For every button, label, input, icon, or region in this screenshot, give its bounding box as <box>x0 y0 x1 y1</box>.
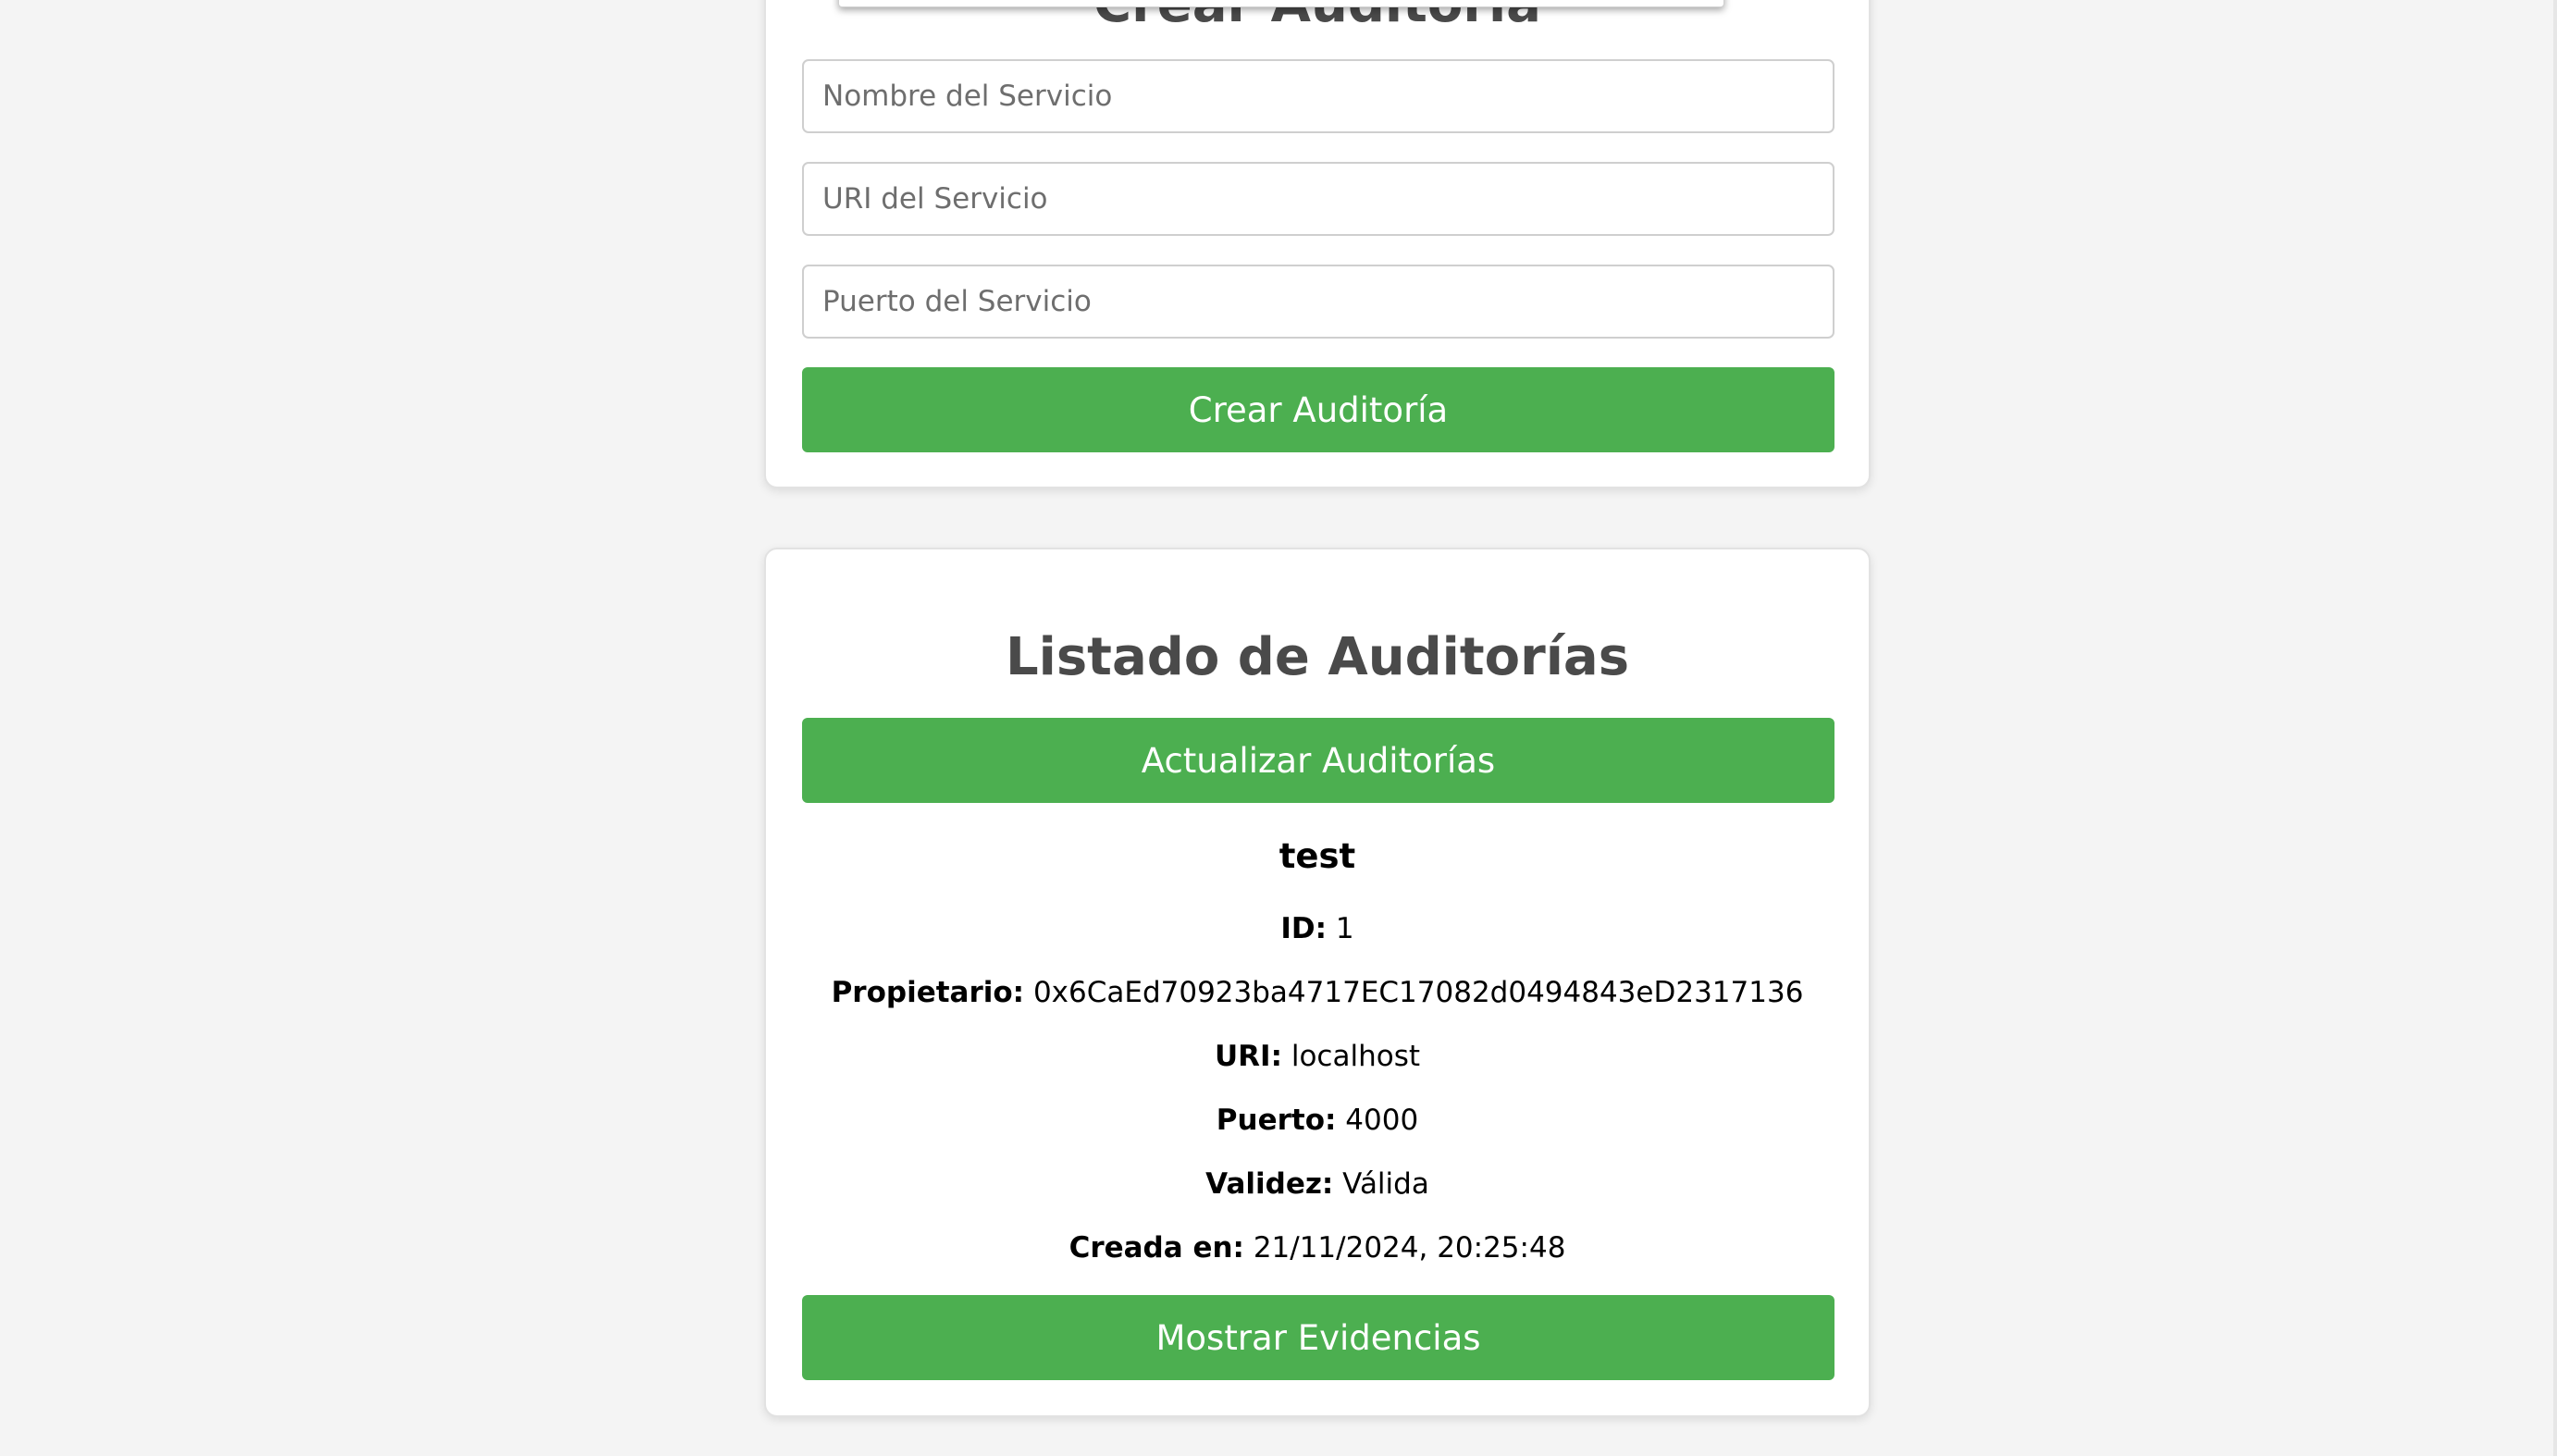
audit-id-label: ID: <box>1280 912 1328 945</box>
refresh-audits-button[interactable]: Actualizar Auditorías <box>802 718 1834 803</box>
service-uri-input[interactable] <box>802 162 1834 236</box>
service-port-input[interactable] <box>802 265 1834 339</box>
audit-id-row: ID: 1 <box>766 912 1869 945</box>
scrollbar-track[interactable] <box>2553 0 2557 1456</box>
audit-created-value: 21/11/2024, 20:25:48 <box>1253 1231 1566 1265</box>
audit-port-row: Puerto: 4000 <box>766 1104 1869 1137</box>
audit-uri-label: URI: <box>1215 1040 1282 1073</box>
service-name-input[interactable] <box>802 59 1834 133</box>
audit-port-label: Puerto: <box>1216 1104 1337 1137</box>
audit-list-card: Listado de Auditorías Actualizar Auditor… <box>764 548 1871 1417</box>
create-audit-card: Crear Auditoría Crear Auditoría <box>764 0 1871 488</box>
audit-name: test <box>1278 836 1356 876</box>
audit-validity-value: Válida <box>1342 1167 1429 1201</box>
audit-uri-value: localhost <box>1291 1040 1420 1073</box>
create-audit-button[interactable]: Crear Auditoría <box>802 367 1834 452</box>
audit-owner-value: 0x6CaEd70923ba4717EC17082d0494843eD23171… <box>1032 976 1804 1009</box>
audit-validity-label: Validez: <box>1205 1167 1334 1201</box>
audit-owner-row: Propietario: 0x6CaEd70923ba4717EC17082d0… <box>766 976 1869 1009</box>
audit-id-value: 1 <box>1335 912 1354 945</box>
audit-validity-row: Validez: Válida <box>766 1167 1869 1201</box>
audit-created-row: Creada en: 21/11/2024, 20:25:48 <box>766 1231 1869 1265</box>
audit-uri-row: URI: localhost <box>766 1040 1869 1073</box>
audit-port-value: 4000 <box>1345 1104 1419 1137</box>
audit-list-title: Listado de Auditorías <box>1005 627 1630 687</box>
show-evidence-button[interactable]: Mostrar Evidencias <box>802 1295 1834 1380</box>
audit-owner-label: Propietario: <box>831 976 1025 1009</box>
audit-created-label: Creada en: <box>1069 1231 1244 1265</box>
dropdown-popup-edge <box>838 0 1724 7</box>
